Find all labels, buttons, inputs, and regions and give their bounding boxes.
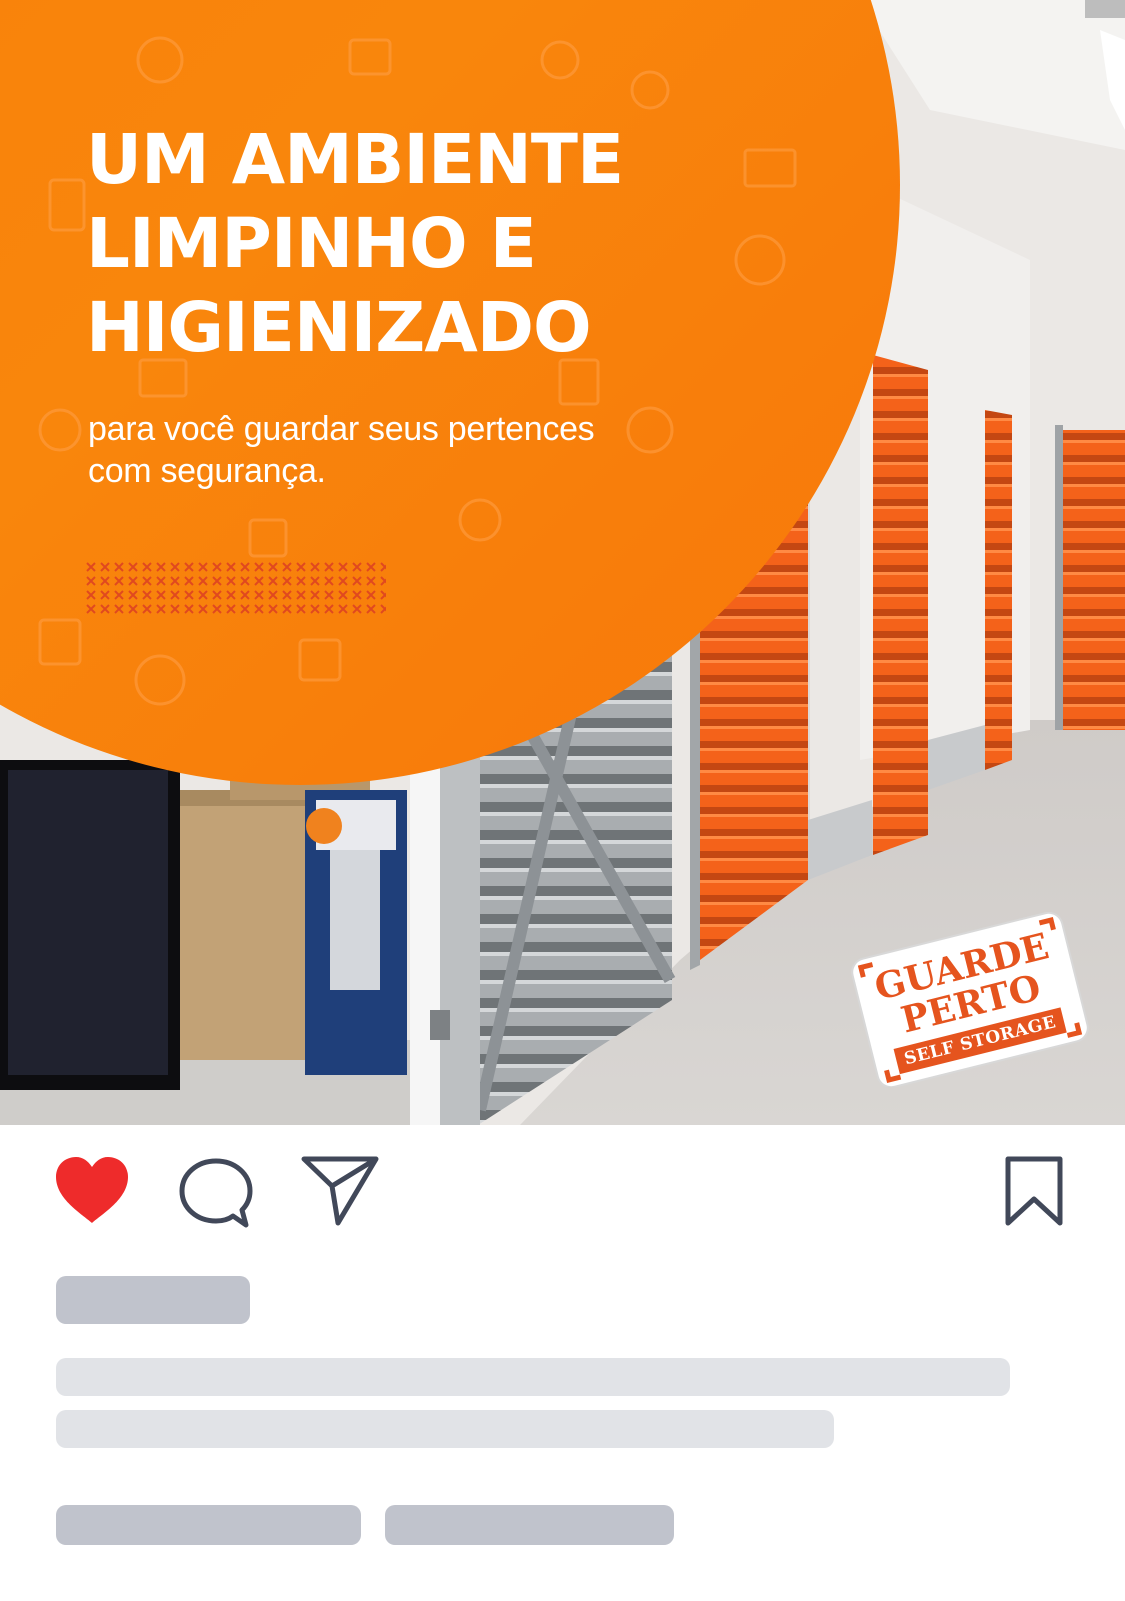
post-action-bar xyxy=(0,1125,1125,1235)
post-image[interactable]: UM AMBIENTE LIMPINHO E HIGIENIZADO para … xyxy=(0,0,1125,1125)
instagram-post: UM AMBIENTE LIMPINHO E HIGIENIZADO para … xyxy=(0,0,1125,1601)
bookmark-icon xyxy=(1005,1156,1063,1226)
username-placeholder xyxy=(56,1276,250,1324)
send-icon xyxy=(301,1156,379,1226)
caption-placeholder-line-2 xyxy=(56,1410,834,1448)
headline-line-2: LIMPINHO E xyxy=(86,204,537,284)
caption-placeholder-line-1 xyxy=(56,1358,1010,1396)
hashtag-placeholder-1 xyxy=(56,1505,361,1545)
brand-logo: GUARDE PERTO SELF STORAGE xyxy=(850,912,1090,1087)
headline-line-1: UM AMBIENTE xyxy=(86,120,624,200)
comment-icon xyxy=(179,1158,253,1228)
comment-button[interactable] xyxy=(176,1155,256,1235)
heart-icon xyxy=(56,1157,128,1223)
hashtag-placeholder-2 xyxy=(385,1505,674,1545)
subheadline: para você guardar seus pertences com seg… xyxy=(88,410,595,490)
save-button[interactable] xyxy=(1002,1155,1082,1235)
share-button[interactable] xyxy=(300,1155,380,1235)
like-button[interactable] xyxy=(52,1155,132,1235)
headline: UM AMBIENTE LIMPINHO E HIGIENIZADO xyxy=(86,118,624,370)
headline-line-3: HIGIENIZADO xyxy=(86,288,592,368)
